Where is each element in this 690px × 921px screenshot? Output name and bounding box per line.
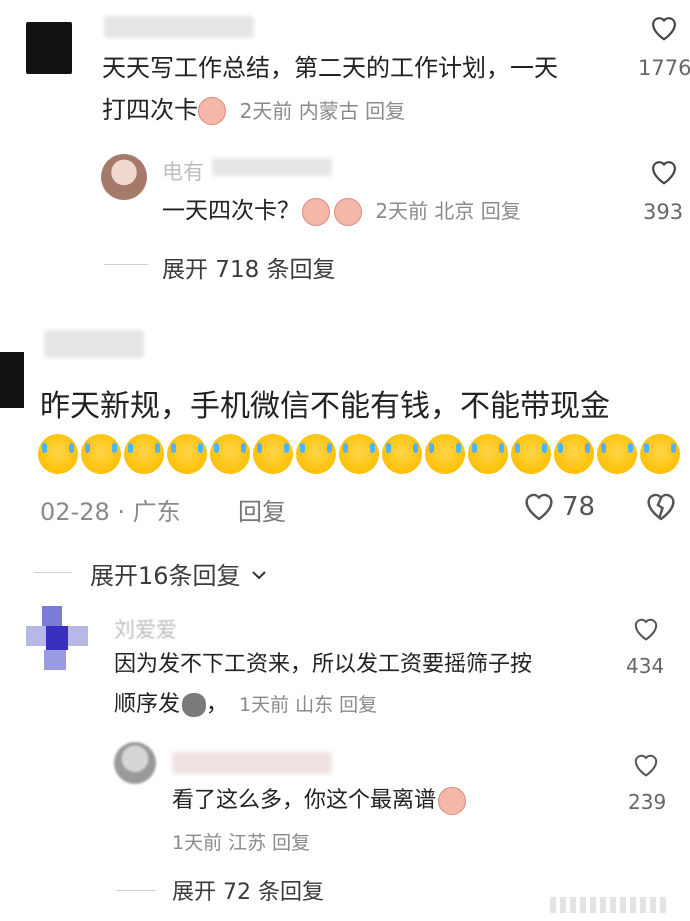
reply-username[interactable]: 电有 [162,156,204,186]
avatar[interactable] [0,352,24,408]
crying-pig-emoji [302,197,330,226]
expand-replies-button[interactable]: 展开16条回复 [90,556,270,591]
crying-emoji [38,434,78,474]
comment-meta[interactable]: 2天前 内蒙古 回复 [240,99,405,123]
crying-emoji [425,434,465,474]
comment-text-line2: 打四次卡 2天前 内蒙古 回复 [102,94,405,127]
crying-emoji [210,434,250,474]
crying-emoji [253,434,293,474]
comment-text-continued: 打四次卡 [102,96,198,124]
heart-icon[interactable] [647,156,681,186]
username-blurred[interactable] [172,752,332,774]
crying-pig-emoji [438,787,467,815]
username-blurred [212,158,332,176]
like-count: 239 [628,790,667,814]
divider [104,264,148,265]
emoji-row [38,434,680,474]
crying-emoji [296,434,336,474]
comment-meta[interactable]: 1天前 山东 回复 [239,694,377,716]
heart-icon[interactable] [520,488,558,522]
like-count: 78 [562,492,596,522]
like-count: 1776 [638,56,690,80]
crying-emoji [511,434,551,474]
avatar[interactable] [101,154,147,200]
watermark [550,897,670,913]
avatar[interactable] [114,742,156,784]
reply-button[interactable]: 回复 [238,492,286,527]
heart-icon[interactable] [630,750,662,778]
crying-emoji [468,434,508,474]
crying-emoji [597,434,637,474]
username-blurred[interactable] [104,16,254,38]
reply-meta[interactable]: 1天前 江苏 回复 [172,828,310,855]
comment-date-location: 02-28 · 广东 [40,498,181,526]
heart-icon[interactable] [630,614,662,642]
money-bag-emoji [182,693,207,717]
username-blurred[interactable] [44,330,144,358]
crying-emoji [339,434,379,474]
chevron-down-icon [248,563,270,591]
crying-emoji [81,434,121,474]
like-count: 393 [643,200,684,224]
crying-emoji [640,434,680,474]
crying-pig-emoji [334,197,362,226]
crying-emoji [382,434,422,474]
crying-emoji [124,434,164,474]
like-count: 434 [626,654,665,678]
comment-text: 昨天新规，手机微信不能有钱，不能带现金 [40,389,610,424]
comment-text: 因为发不下工资来，所以发工资要摇筛子按 [114,652,533,677]
reply-meta[interactable]: 2天前 北京 回复 [375,199,520,223]
divider [34,572,72,573]
heart-icon[interactable] [647,12,681,42]
expand-replies-button[interactable]: 展开 718 条回复 [162,250,336,284]
expand-label: 展开16条回复 [90,562,241,590]
reply-content: 一天四次卡？ [162,198,300,224]
avatar[interactable] [26,606,94,670]
username[interactable]: 刘爱爱 [114,614,177,644]
expand-replies-button[interactable]: 展开 72 条回复 [172,874,324,906]
comment-text-continued: 顺序发 [114,692,181,717]
crying-pig-emoji [198,97,226,125]
comment-text: 天天写工作总结，第二天的工作计划，一天 [102,54,558,82]
avatar[interactable] [24,14,76,74]
crying-emoji [167,434,207,474]
reply-text: 看了这么多，你这个最离谱 [172,786,467,816]
reply-content: 看了这么多，你这个最离谱 [172,788,437,813]
broken-heart-icon[interactable] [642,488,680,522]
crying-emoji [554,434,594,474]
reply-text: 一天四次卡？ 2天前 北京 回复 [162,196,521,226]
divider [116,890,156,891]
comment-text-line2: 顺序发， 1天前 山东 回复 [114,692,378,717]
